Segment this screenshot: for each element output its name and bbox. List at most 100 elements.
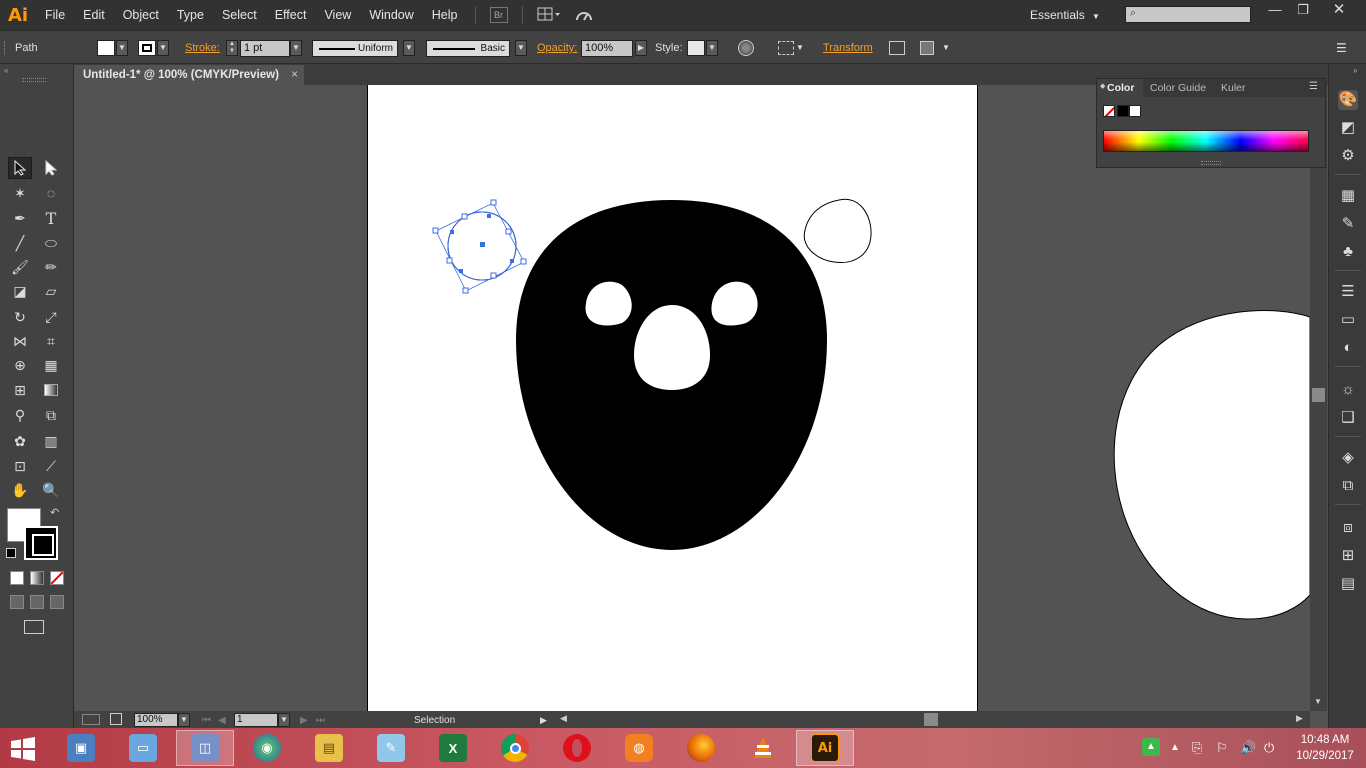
- layers-icon[interactable]: ◈: [1338, 448, 1358, 468]
- pen-tool[interactable]: ✒: [8, 207, 32, 229]
- black-swatch[interactable]: [1117, 105, 1129, 117]
- direct-selection-tool[interactable]: [39, 157, 63, 179]
- gradient-tool[interactable]: [39, 379, 63, 401]
- first-artboard-icon[interactable]: ⏮: [202, 711, 211, 728]
- document-tab[interactable]: Untitled-1* @ 100% (CMYK/Preview) ×: [74, 65, 304, 85]
- artboard-dropdown-icon[interactable]: ▼: [278, 713, 290, 727]
- gpu-performance-icon[interactable]: [573, 6, 595, 24]
- artboard-number-field[interactable]: 1: [234, 713, 278, 727]
- stroke-weight-dropdown-icon[interactable]: ▼: [290, 40, 302, 56]
- transform-panel-link[interactable]: Transform: [823, 31, 873, 65]
- brush-definition-select[interactable]: Basic: [426, 40, 510, 57]
- isolate-selected-icon[interactable]: [889, 41, 905, 55]
- network-disconnected-icon[interactable]: ⚐: [1216, 740, 1228, 756]
- swap-fill-stroke-icon[interactable]: ↶: [50, 506, 59, 519]
- gradient-mode-button[interactable]: [30, 571, 44, 585]
- power-icon[interactable]: ⏻: [1264, 740, 1274, 756]
- tools-panel-grip[interactable]: [22, 78, 46, 82]
- opacity-field[interactable]: 100%: [581, 40, 633, 57]
- vertical-scroll-thumb[interactable]: [1312, 388, 1325, 402]
- taskbar-clock[interactable]: 10:48 AM 10/29/2017: [1290, 732, 1360, 764]
- screen-mode-icon[interactable]: [24, 620, 44, 634]
- stroke-icon[interactable]: ☰: [1338, 282, 1358, 302]
- scroll-left-icon[interactable]: ◀: [560, 713, 567, 724]
- opera-icon[interactable]: [548, 730, 606, 766]
- paintbrush-tool[interactable]: 🖌: [8, 256, 32, 278]
- restore-icon[interactable]: ❐: [1286, 0, 1320, 22]
- symbols-icon[interactable]: ♣: [1338, 242, 1358, 262]
- remote-desktop-icon[interactable]: ▣: [52, 730, 110, 766]
- menu-type[interactable]: Type: [168, 0, 213, 30]
- panel-collapse-icon[interactable]: «: [4, 66, 8, 75]
- profile-dropdown-icon[interactable]: ▼: [403, 40, 415, 56]
- menu-help[interactable]: Help: [423, 0, 467, 30]
- tab-kuler[interactable]: Kuler: [1215, 79, 1252, 97]
- stroke-weight-stepper[interactable]: ▲ ▼: [226, 40, 238, 56]
- slice-tool[interactable]: ⟋: [39, 455, 63, 477]
- help-search-input[interactable]: ⌕: [1125, 6, 1251, 23]
- line-segment-tool[interactable]: ╱: [8, 232, 32, 254]
- stroke-panel-link[interactable]: Stroke:: [185, 31, 220, 65]
- pencil-tool[interactable]: ✏: [39, 256, 63, 278]
- eyedropper-tool[interactable]: ⚲: [8, 404, 32, 426]
- blend-tool[interactable]: ⧉: [39, 404, 63, 426]
- gradient-icon[interactable]: ▭: [1338, 310, 1358, 330]
- control-bar-grip[interactable]: [4, 41, 7, 55]
- style-dropdown-icon[interactable]: ▼: [706, 40, 718, 56]
- none-mode-button[interactable]: [50, 571, 64, 585]
- transform-icon[interactable]: ⧈: [1338, 518, 1358, 538]
- control-panel-icon[interactable]: ◫: [176, 730, 234, 766]
- lasso-tool[interactable]: ◌: [39, 182, 63, 204]
- width-tool[interactable]: ⋈: [8, 330, 32, 352]
- workspace-switcher[interactable]: Essentials ▼: [1030, 0, 1100, 30]
- graphic-style-swatch[interactable]: [687, 40, 705, 56]
- zoom-tool[interactable]: 🔍: [39, 479, 63, 501]
- stroke-dropdown-icon[interactable]: ▼: [157, 40, 169, 56]
- menu-file[interactable]: File: [36, 0, 74, 30]
- bridge-button[interactable]: Br: [489, 7, 508, 23]
- tab-collapse-icon[interactable]: ◆: [1100, 82, 1105, 90]
- opacity-panel-link[interactable]: Opacity:: [537, 31, 577, 65]
- fill-dropdown-icon[interactable]: ▼: [116, 40, 128, 56]
- more-options-dropdown-icon[interactable]: ▼: [942, 31, 950, 65]
- free-transform-tool[interactable]: ⌗: [39, 330, 63, 352]
- artboards-icon[interactable]: ⧉: [1338, 476, 1358, 496]
- menu-effect[interactable]: Effect: [266, 0, 316, 30]
- menu-view[interactable]: View: [315, 0, 360, 30]
- opacity-slider-icon[interactable]: ▶: [635, 40, 647, 56]
- draw-normal-button[interactable]: [10, 595, 24, 609]
- color-spectrum-bar[interactable]: [1103, 130, 1309, 152]
- rotate-tool[interactable]: ↻: [8, 306, 32, 328]
- fill-swatch[interactable]: [97, 40, 115, 56]
- scroll-right-icon[interactable]: ▶: [1296, 713, 1303, 724]
- mesh-tool[interactable]: ⊞: [8, 379, 32, 401]
- type-tool[interactable]: T: [39, 207, 63, 229]
- horizontal-scroll-thumb[interactable]: [924, 713, 938, 726]
- canvas-area[interactable]: [74, 85, 1310, 711]
- pathfinder-icon[interactable]: ▤: [1338, 574, 1358, 594]
- ear-outline[interactable]: [803, 198, 872, 264]
- vertical-scrollbar[interactable]: ▲ ▼: [1310, 85, 1327, 711]
- panel-resize-grip[interactable]: [1201, 161, 1221, 165]
- stroke-weight-field[interactable]: 1 pt: [240, 40, 290, 57]
- kuler-icon[interactable]: ⚙: [1338, 146, 1358, 166]
- zoom-level-field[interactable]: 100%: [134, 713, 178, 727]
- ellipse-tool[interactable]: ⬭: [39, 232, 63, 254]
- swatches-icon[interactable]: ▦: [1338, 186, 1358, 206]
- symbol-sprayer-tool[interactable]: ✿: [8, 430, 32, 452]
- eraser-tool[interactable]: ▱: [39, 280, 63, 302]
- close-icon[interactable]: ✕: [1322, 0, 1356, 22]
- usb-device-icon[interactable]: ⎘: [1192, 740, 1202, 756]
- previous-artboard-icon[interactable]: ◀: [218, 711, 226, 728]
- scroll-down-icon[interactable]: ▼: [1314, 697, 1322, 706]
- share-icon[interactable]: [110, 713, 122, 725]
- align-dropdown-icon[interactable]: ▼: [796, 31, 804, 65]
- align-icon[interactable]: ⊞: [1338, 546, 1358, 566]
- align-to-icon[interactable]: [778, 41, 794, 55]
- perspective-grid-tool[interactable]: ▦: [39, 354, 63, 376]
- last-artboard-icon[interactable]: ⏭: [316, 711, 325, 728]
- artboard-tool[interactable]: ⊡: [8, 455, 32, 477]
- chrome-icon[interactable]: [486, 730, 544, 766]
- notepad-icon[interactable]: ✎: [362, 730, 420, 766]
- control-panel-menu-icon[interactable]: ☰: [1336, 31, 1347, 65]
